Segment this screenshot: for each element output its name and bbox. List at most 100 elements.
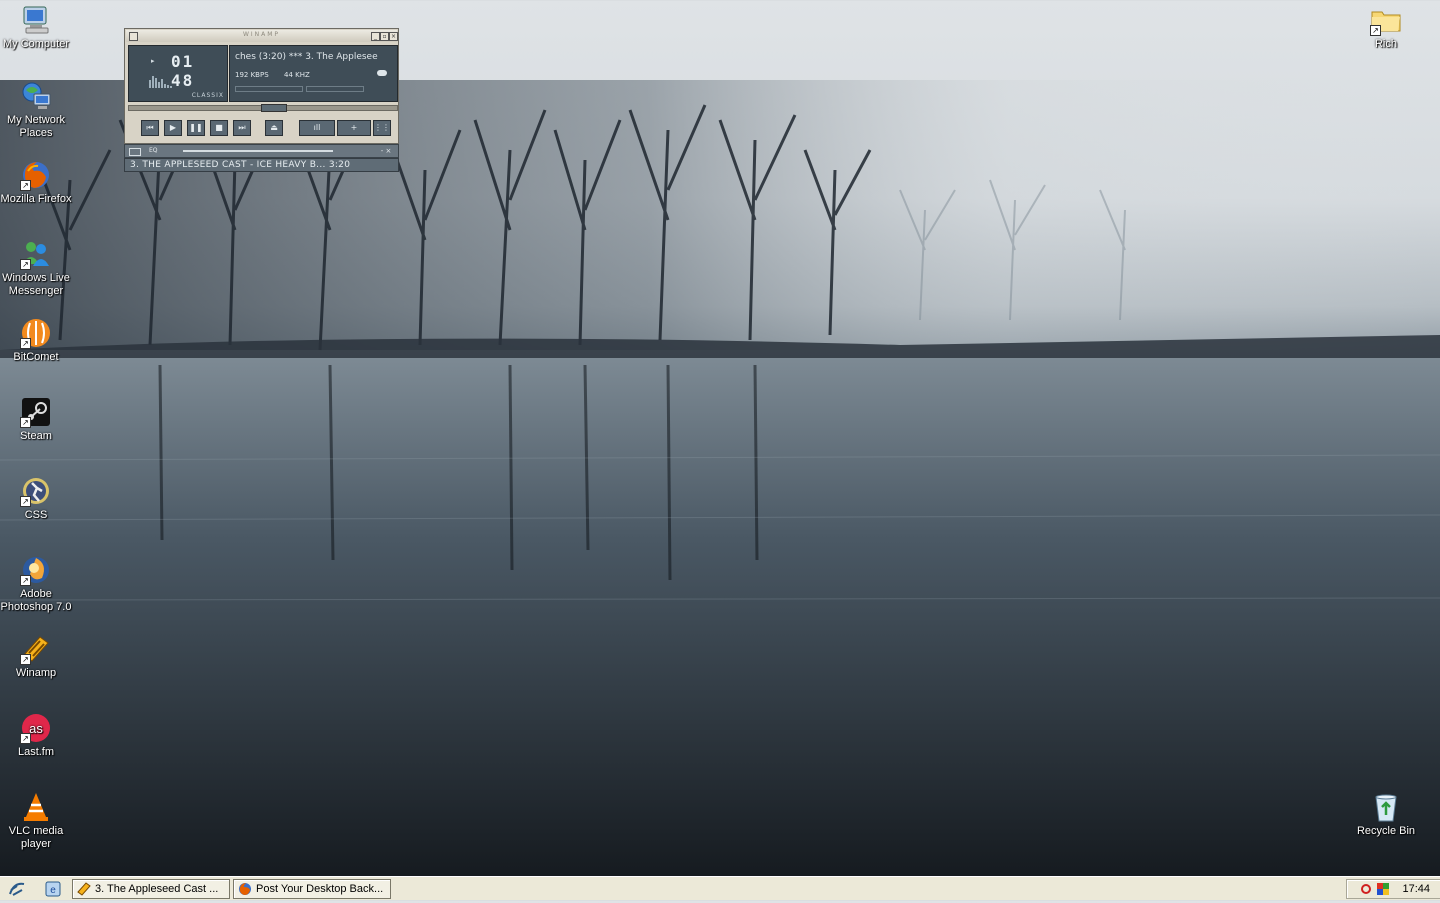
previous-track-button[interactable]: ⏮ — [141, 120, 159, 136]
equalizer-toggle-button[interactable]: ıll — [299, 120, 335, 136]
winamp-playlist-shaded[interactable]: 3. THE APPLESEED CAST - ICE HEAVY B... 3… — [124, 158, 399, 172]
desktop-icon-winamp[interactable]: ↗ Winamp — [0, 633, 72, 680]
desktop-icon-bitcomet[interactable]: ↗ BitComet — [0, 317, 72, 364]
winamp-samplerate: 44 KHZ — [284, 71, 310, 79]
desktop-icon-my-computer[interactable]: My Computer — [0, 4, 72, 51]
shortcut-arrow-icon: ↗ — [20, 338, 31, 349]
desktop-icon-lastfm[interactable]: as ↗ Last.fm — [0, 712, 72, 759]
desktop-icon-my-network-places[interactable]: My Network Places — [0, 80, 72, 140]
playlist-toggle-button[interactable]: + — [337, 120, 371, 136]
winamp-close-button[interactable]: × — [389, 32, 398, 41]
shortcut-arrow-icon: ↗ — [20, 259, 31, 270]
desktop-icon-label: Winamp — [15, 667, 57, 679]
winamp-skin-label: CLASSIX — [191, 92, 224, 99]
desktop-icon-label: CSS — [24, 509, 48, 521]
folder-icon: ↗ — [1370, 4, 1402, 36]
system-tray: 17:44 — [1346, 879, 1440, 899]
taskbar-clock[interactable]: 17:44 — [1402, 883, 1430, 895]
winamp-time-display[interactable]: ▸ 01 48 CLASSIX — [128, 45, 228, 102]
desktop-icon-label: My Network Places — [6, 114, 66, 139]
shortcut-arrow-icon: ↗ — [1370, 25, 1381, 36]
desktop-icon-vlc[interactable]: VLC media player — [0, 791, 72, 851]
winamp-icon: ↗ — [20, 633, 52, 665]
desktop-icon-label: Recycle Bin — [1356, 825, 1416, 837]
taskbar: e 3. The Appleseed Cast ... Post Your De… — [0, 876, 1440, 900]
eject-button[interactable]: ⏏ — [265, 120, 283, 136]
desktop-icon-label: Rich — [1374, 38, 1397, 50]
winamp-mono-stereo-icon — [377, 70, 387, 76]
start-logo-icon — [9, 882, 25, 896]
winamp-visualizer[interactable] — [149, 74, 173, 88]
photoshop-icon: ↗ — [20, 554, 52, 586]
desktop-icon-windows-live-messenger[interactable]: ↗ Windows Live Messenger — [0, 238, 72, 298]
firefox-icon: ↗ — [20, 159, 52, 191]
shortcut-arrow-icon: ↗ — [20, 654, 31, 665]
stop-button[interactable]: ■ — [210, 120, 228, 136]
winamp-icon — [77, 882, 91, 896]
desktop-icon-label: VLC media player — [8, 825, 64, 850]
winamp-window[interactable]: WINAMP _ ▫ × ▸ 01 48 CLASSIX ches (3:20)… — [124, 28, 399, 172]
winamp-volume-slider[interactable] — [235, 86, 303, 92]
winamp-title: WINAMP — [242, 31, 281, 38]
taskbar-button-label: 3. The Appleseed Cast ... — [95, 883, 219, 895]
pause-button[interactable]: ❚❚ — [187, 120, 205, 136]
start-button[interactable] — [8, 880, 26, 898]
desktop-icon-label: Last.fm — [17, 746, 55, 758]
taskbar-button-winamp[interactable]: 3. The Appleseed Cast ... — [72, 879, 230, 899]
shortcut-arrow-icon: ↗ — [20, 733, 31, 744]
bitcomet-icon: ↗ — [20, 317, 52, 349]
network-icon — [20, 80, 52, 112]
desktop-icon-label: My Computer — [2, 38, 70, 50]
winamp-song-title-marquee[interactable]: ches (3:20) *** 3. The Applesee — [235, 52, 393, 62]
play-indicator-icon: ▸ — [151, 57, 155, 65]
desktop-icon-adobe-photoshop[interactable]: ↗ Adobe Photoshop 7.0 — [0, 554, 72, 614]
winamp-seek-knob[interactable] — [261, 104, 287, 112]
lastfm-icon: as ↗ — [20, 712, 52, 744]
winamp-seek-bar[interactable] — [128, 104, 398, 112]
steam-icon: ↗ — [20, 396, 52, 428]
winamp-bitrate: 192 KBPS — [235, 71, 269, 79]
firefox-icon — [239, 883, 251, 895]
tray-lifebuoy-icon[interactable] — [1361, 884, 1371, 894]
desktop-icon-mozilla-firefox[interactable]: ↗ Mozilla Firefox — [0, 159, 72, 206]
eq-label: EQ — [149, 147, 158, 154]
css-icon: ↗ — [20, 475, 52, 507]
shortcut-arrow-icon: ↗ — [20, 575, 31, 586]
winamp-elapsed-time: 01 48 — [171, 52, 195, 90]
desktop-icon-recycle-bin[interactable]: Recycle Bin — [1350, 791, 1422, 838]
winamp-shade-button[interactable]: ▫ — [380, 32, 389, 41]
messenger-icon: ↗ — [20, 238, 52, 270]
desktop-icon-label: BitComet — [13, 351, 59, 363]
desktop-icon-rich-folder[interactable]: ↗ Rich — [1350, 4, 1422, 51]
svg-text:as: as — [29, 721, 43, 736]
eq-link-icon — [129, 148, 141, 156]
winamp-equalizer-shaded[interactable]: EQ - × — [124, 144, 399, 158]
next-track-button[interactable]: ⏭ — [233, 120, 251, 136]
svg-text:e: e — [50, 885, 56, 896]
tray-windows-flag-icon[interactable] — [1377, 883, 1389, 895]
computer-icon — [20, 4, 52, 36]
winamp-titlebar[interactable]: WINAMP _ ▫ × — [126, 30, 398, 42]
desktop-icon-label: Adobe Photoshop 7.0 — [0, 588, 72, 613]
desktop-icon-label: Windows Live Messenger — [2, 272, 70, 297]
eq-preamp-slider[interactable] — [183, 150, 333, 152]
playlist-current-entry: 3. THE APPLESEED CAST - ICE HEAVY B... 3… — [130, 160, 351, 170]
options-button[interactable]: ⋮⋮ — [373, 120, 391, 136]
desktop-icon-label: Mozilla Firefox — [0, 193, 72, 205]
winamp-balance-slider[interactable] — [306, 86, 364, 92]
play-button[interactable]: ▶ — [164, 120, 182, 136]
vlc-icon — [20, 791, 52, 823]
desktop-icon-label: Steam — [20, 430, 52, 442]
desktop-icon-steam[interactable]: ↗ Steam — [0, 396, 72, 443]
desktop-icon-css[interactable]: ↗ CSS — [0, 475, 72, 522]
taskbar-button-firefox[interactable]: Post Your Desktop Back... — [233, 879, 391, 899]
eq-close-button[interactable]: - × — [378, 147, 394, 155]
winamp-song-info: ches (3:20) *** 3. The Applesee 192 KBPS… — [229, 45, 398, 102]
quick-launch-ie-icon[interactable]: e — [44, 880, 62, 898]
winamp-main-panel: WINAMP _ ▫ × ▸ 01 48 CLASSIX ches (3:20)… — [124, 28, 399, 144]
shortcut-arrow-icon: ↗ — [20, 496, 31, 507]
recycle-bin-icon — [1370, 791, 1402, 823]
shortcut-arrow-icon: ↗ — [20, 417, 31, 428]
taskbar-button-label: Post Your Desktop Back... — [256, 883, 384, 895]
winamp-minimize-button[interactable]: _ — [371, 32, 380, 41]
